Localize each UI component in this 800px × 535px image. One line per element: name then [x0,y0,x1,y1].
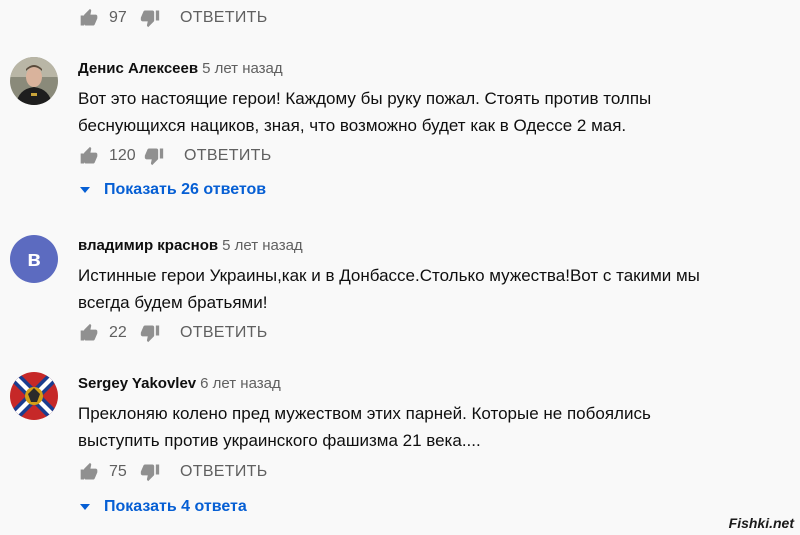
flag-avatar-image [10,372,58,420]
comment-text: Преклоняю колено пред мужеством этих пар… [78,400,718,454]
like-button[interactable] [78,145,100,167]
thumbs-up-icon [80,462,98,480]
dislike-button[interactable] [139,7,161,29]
comment-text-line: Вот это настоящие герои! Каждому бы руку… [78,89,652,108]
thumbs-up-icon [80,323,98,341]
comment-actions: 22 ОТВЕТИТЬ [78,321,800,345]
dislike-button[interactable] [139,322,161,344]
author-name[interactable]: Sergey Yakovlev [78,375,196,392]
like-count: 22 [109,324,127,341]
caret-down-icon [80,187,90,193]
author-name[interactable]: Денис Алексеев [78,60,198,77]
like-count: 75 [109,463,127,480]
comment-timestamp[interactable]: 6 лет назад [200,375,281,392]
avatar[interactable] [10,57,58,105]
like-count: 120 [109,147,136,164]
thumbs-down-icon [140,464,160,482]
caret-down-icon [80,504,90,510]
show-replies-label: Показать 4 ответа [104,498,247,515]
comment-text: Истинные герои Украины,как и в Донбассе.… [78,262,718,316]
comment-actions: 120 ОТВЕТИТЬ [78,144,800,168]
comment-text-line: всегда будем братьями! [78,293,268,312]
reply-button[interactable]: ОТВЕТИТЬ [180,9,268,27]
reply-button[interactable]: ОТВЕТИТЬ [180,324,268,342]
comment-timestamp[interactable]: 5 лет назад [222,237,303,254]
show-replies-button[interactable]: Показать 4 ответа [80,498,247,516]
reply-button[interactable]: ОТВЕТИТЬ [180,463,268,481]
like-button[interactable] [78,461,100,483]
like-button[interactable] [78,322,100,344]
show-replies-button[interactable]: Показать 26 ответов [80,181,266,199]
comment-text-line: беснующихся нациков, зная, что возможно … [78,116,627,135]
comment-author[interactable]: владимир краснов 5 лет назад [78,237,303,254]
comment-author[interactable]: Денис Алексеев 5 лет назад [78,60,283,77]
show-replies-label: Показать 26 ответов [104,181,267,198]
like-button[interactable] [78,7,100,29]
dislike-button[interactable] [139,461,161,483]
thumbs-down-icon [140,325,160,343]
avatar[interactable]: в [10,235,58,283]
avatar-photo [10,57,58,105]
thumbs-down-icon [144,148,164,166]
comment-text-line: Преклоняю колено пред мужеством этих пар… [78,404,651,423]
watermark: Fishki.net [728,515,794,531]
like-count: 97 [109,9,127,26]
comment-text-line: выступить против украинского фашизма 21 … [78,431,481,450]
reply-button[interactable]: ОТВЕТИТЬ [184,147,272,165]
dislike-button[interactable] [143,145,165,167]
comment-actions: 97 ОТВЕТИТЬ [78,6,800,30]
thumbs-down-icon [140,10,160,28]
comment-actions: 75 ОТВЕТИТЬ [78,460,800,484]
thumbs-up-icon [80,146,98,164]
author-name[interactable]: владимир краснов [78,237,218,254]
comment-timestamp[interactable]: 5 лет назад [202,60,283,77]
avatar[interactable] [10,372,58,420]
thumbs-up-icon [80,8,98,26]
avatar-letter: в [27,246,41,271]
comment-author[interactable]: Sergey Yakovlev 6 лет назад [78,375,281,392]
comment-text-line: Истинные герои Украины,как и в Донбассе.… [78,266,700,285]
comment-text: Вот это настоящие герои! Каждому бы руку… [78,85,718,139]
